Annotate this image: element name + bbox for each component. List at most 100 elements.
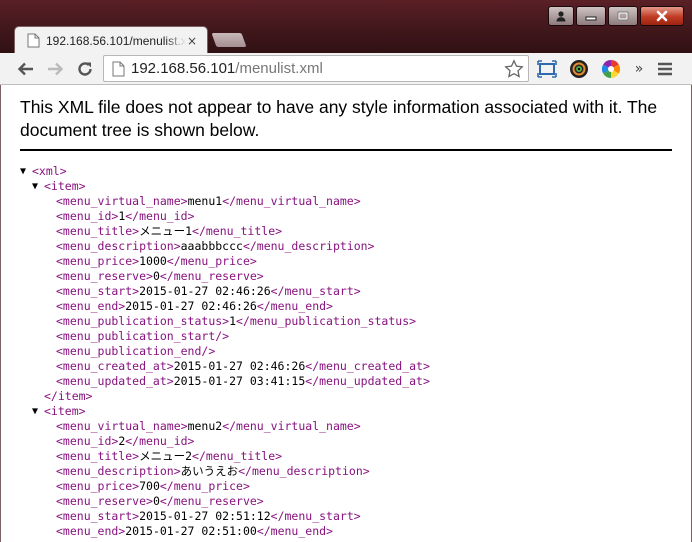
xml-close-tag: </menu_reserve> [159, 269, 264, 283]
xml-value: 0 [152, 494, 160, 508]
item-toggle-icon[interactable]: ▼ [32, 179, 38, 194]
xml-value: 2015-01-27 03:41:15 [173, 374, 306, 388]
maximize-button[interactable] [608, 6, 638, 26]
xml-close-tag: </menu_start> [270, 284, 361, 298]
xml-element-menu-virtual-name: <menu_virtual_name>menu1</menu_virtual_n… [56, 194, 361, 209]
reload-icon [78, 62, 92, 76]
close-button[interactable] [640, 6, 684, 26]
xml-close-tag: </menu_id> [125, 434, 195, 448]
url-host: 192.168.56.101 [131, 60, 236, 77]
xml-open-tag: <menu_reserve> [56, 494, 153, 508]
xml-element-menu-publication-end: <menu_publication_end/> [56, 344, 215, 359]
cast-button[interactable] [536, 58, 558, 80]
xml-open-tag: <menu_publication_status> [56, 314, 230, 328]
xml-root-open: ▼ <xml> [20, 164, 67, 179]
new-tab-button[interactable] [211, 33, 247, 47]
xml-element-menu-end: <menu_end>2015-01-27 02:46:26</menu_end> [56, 299, 333, 314]
xml-value: 2015-01-27 02:51:00 [125, 524, 257, 538]
eye-extension-button[interactable] [568, 58, 590, 80]
profile-button[interactable] [548, 6, 574, 26]
xml-open-tag: <menu_start> [56, 284, 140, 298]
xml-open-tag: <menu_end> [56, 299, 126, 313]
xml-element-menu-id: <menu_id>2</menu_id> [56, 434, 195, 449]
xml-notice: This XML file does not appear to have an… [20, 97, 658, 140]
reload-button[interactable] [74, 58, 96, 80]
close-icon [656, 10, 668, 22]
xml-open-tag: <menu_price> [56, 479, 140, 493]
minimize-icon [585, 16, 597, 21]
xml-value: 2015-01-27 02:46:26 [139, 284, 271, 298]
window-titlebar: 192.168.56.101/menulist.xml × [0, 0, 692, 54]
xml-open-tag: <menu_reserve> [56, 269, 153, 283]
xml-value: aaabbbccc [180, 239, 243, 253]
address-bar[interactable]: 192.168.56.101/menulist.xml [103, 55, 529, 82]
star-icon[interactable] [504, 59, 524, 79]
color-wheel-icon [601, 60, 621, 78]
xml-element-menu-id: <menu_id>1</menu_id> [56, 209, 195, 224]
xml-value: 1000 [139, 254, 167, 268]
forward-icon [48, 62, 64, 76]
xml-close-tag: </menu_virtual_name> [222, 419, 361, 433]
back-icon [17, 62, 33, 76]
tab-title: 192.168.56.101/menulist.xml [46, 33, 186, 48]
item-close-tag: </item> [44, 389, 92, 404]
xml-element-menu-description: <menu_description>aaabbbccc</menu_descri… [56, 239, 375, 254]
xml-open-tag: <menu_updated_at> [56, 374, 174, 388]
xml-value: 2015-01-27 02:46:26 [125, 299, 257, 313]
item-open-tag: ▼ <item> [32, 404, 86, 419]
xml-tag: </item> [44, 389, 93, 403]
xml-close-tag: </menu_reserve> [159, 494, 264, 508]
xml-value: 2015-01-27 02:46:26 [173, 359, 306, 373]
xml-value: あいうえお [180, 464, 239, 478]
xml-close-tag: </menu_id> [125, 209, 195, 223]
xml-close-tag: </menu_title> [192, 224, 283, 238]
xml-element-menu-created-at: <menu_created_at>2015-01-27 02:46:26</me… [56, 359, 430, 374]
extensions-overflow[interactable]: » [628, 58, 650, 80]
cast-icon [537, 60, 557, 78]
person-icon [556, 11, 566, 22]
xml-open-tag: <menu_id> [56, 209, 119, 223]
xml-element-menu-virtual-name: <menu_virtual_name>menu2</menu_virtual_n… [56, 419, 361, 434]
xml-element-menu-description: <menu_description>あいうえお</menu_descriptio… [56, 464, 370, 479]
xml-tag: <item> [44, 404, 86, 418]
xml-close-tag: </menu_price> [166, 254, 257, 268]
xml-value: 700 [139, 479, 160, 493]
xml-open-tag: <menu_start> [56, 509, 140, 523]
xml-open-tag: <menu_description> [56, 464, 181, 478]
xml-empty-tag: <menu_publication_start/> [56, 329, 230, 343]
page-content: This XML file does not appear to have an… [0, 85, 692, 542]
tab-menulist[interactable]: 192.168.56.101/menulist.xml × [14, 26, 208, 54]
xml-open-tag: <menu_virtual_name> [56, 419, 188, 433]
xml-close-tag: </menu_description> [242, 239, 375, 253]
maximize-icon [617, 11, 629, 21]
xml-tag: <xml> [32, 164, 67, 178]
xml-close-tag: </menu_price> [159, 479, 250, 493]
item-open-tag: ▼ <item> [32, 179, 86, 194]
xml-open-tag: <menu_price> [56, 254, 140, 268]
menu-button[interactable] [654, 58, 676, 80]
forward-button[interactable] [44, 58, 66, 80]
xml-element-menu-title: <menu_title>メニュー2</menu_title> [56, 449, 282, 464]
xml-element-menu-publication-status: <menu_publication_status>1</menu_publica… [56, 314, 416, 329]
xml-element-menu-updated-at: <menu_updated_at>2015-01-27 03:41:15</me… [56, 374, 430, 389]
page-icon [112, 61, 125, 77]
xml-close-tag: </menu_updated_at> [305, 374, 430, 388]
xml-close-tag: </menu_end> [256, 299, 333, 313]
tab-close-icon[interactable]: × [187, 35, 197, 47]
xml-element-menu-end: <menu_end>2015-01-27 02:51:00</menu_end> [56, 524, 333, 539]
xml-close-tag: </menu_publication_status> [236, 314, 417, 328]
url-text[interactable]: 192.168.56.101/menulist.xml [131, 60, 323, 77]
minimize-button[interactable] [576, 6, 606, 26]
xml-element-menu-start: <menu_start>2015-01-27 02:51:12</menu_st… [56, 509, 361, 524]
color-picker-button[interactable] [600, 58, 622, 80]
xml-element-menu-reserve: <menu_reserve>0</menu_reserve> [56, 494, 264, 509]
xml-value: 0 [152, 269, 160, 283]
xml-element-menu-start: <menu_start>2015-01-27 02:46:26</menu_st… [56, 284, 361, 299]
xml-value: menu2 [187, 419, 223, 433]
xml-empty-tag: <menu_publication_end/> [56, 344, 216, 358]
root-toggle-icon[interactable]: ▼ [20, 164, 26, 179]
xml-open-tag: <menu_title> [56, 224, 140, 238]
xml-value: 1 [229, 314, 237, 328]
back-button[interactable] [15, 58, 37, 80]
item-toggle-icon[interactable]: ▼ [32, 404, 38, 419]
